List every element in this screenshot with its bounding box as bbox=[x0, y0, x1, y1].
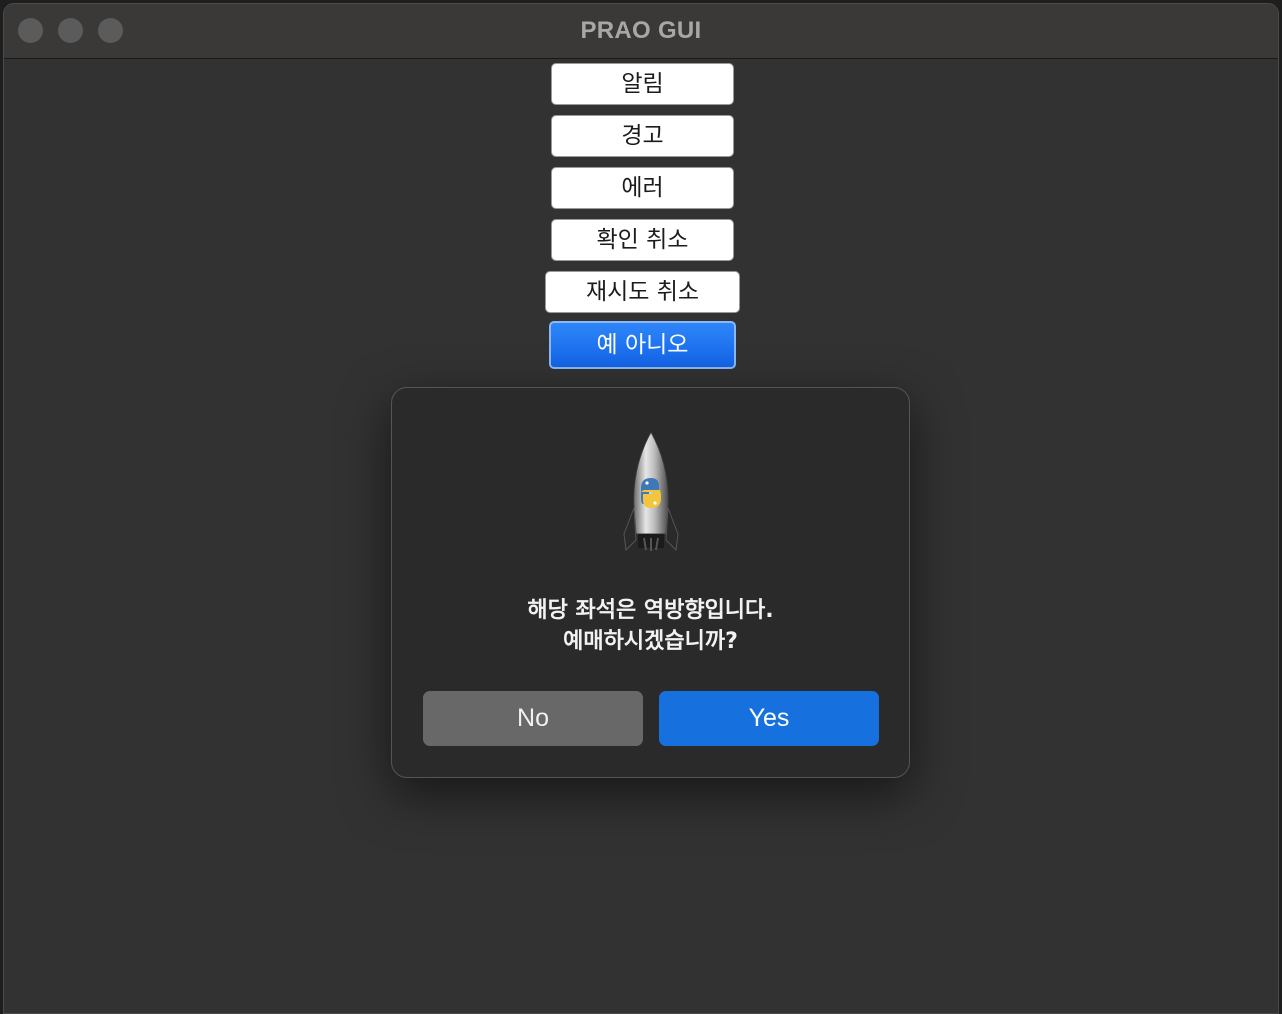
no-button[interactable]: No bbox=[423, 691, 643, 746]
alert-button[interactable]: 알림 bbox=[551, 63, 734, 105]
confirm-dialog: 해당 좌석은 역방향입니다. 예매하시겠습니까? No Yes bbox=[391, 387, 910, 778]
yes-button[interactable]: Yes bbox=[659, 691, 879, 746]
app-window: PRAO GUI 알림 경고 에러 확인 취소 재시도 취소 예 아니오 해당 … bbox=[3, 3, 1279, 1014]
ok-cancel-button[interactable]: 확인 취소 bbox=[551, 219, 734, 261]
dialog-message-line-2: 예매하시겠습니까? bbox=[563, 629, 738, 654]
title-bar: PRAO GUI bbox=[4, 4, 1278, 59]
python-launcher-rocket-icon bbox=[623, 430, 679, 552]
dialog-message-line-1: 해당 좌석은 역방향입니다. bbox=[527, 598, 774, 623]
dialog-message: 해당 좌석은 역방향입니다. 예매하시겠습니까? bbox=[392, 595, 909, 657]
retry-cancel-button[interactable]: 재시도 취소 bbox=[545, 271, 740, 313]
error-button[interactable]: 에러 bbox=[551, 167, 734, 209]
warning-button[interactable]: 경고 bbox=[551, 115, 734, 157]
window-title: PRAO GUI bbox=[580, 17, 702, 44]
yes-no-button[interactable]: 예 아니오 bbox=[549, 321, 736, 369]
